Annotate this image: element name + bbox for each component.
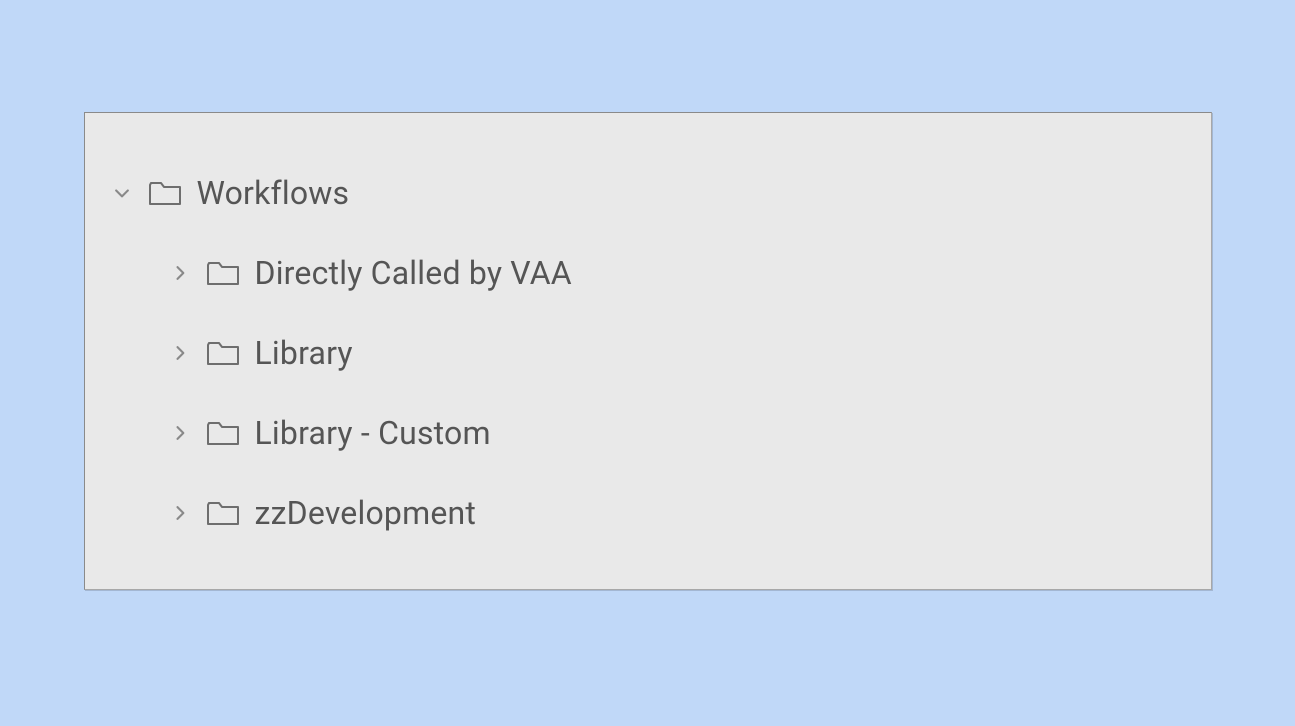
chevron-right-icon[interactable] xyxy=(163,263,197,283)
folder-icon xyxy=(197,338,249,368)
tree-item-label: Workflows xyxy=(191,174,350,212)
tree-item-label: Library - Custom xyxy=(249,414,491,452)
folder-icon xyxy=(197,258,249,288)
tree-item-directly-called-by-vaa[interactable]: Directly Called by VAA xyxy=(105,233,1191,313)
tree-item-workflows[interactable]: Workflows xyxy=(105,153,1191,233)
chevron-right-icon[interactable] xyxy=(163,503,197,523)
chevron-down-icon[interactable] xyxy=(105,183,139,203)
folder-icon xyxy=(139,178,191,208)
tree-item-label: Directly Called by VAA xyxy=(249,254,572,292)
chevron-right-icon[interactable] xyxy=(163,343,197,363)
tree-item-zzdevelopment[interactable]: zzDevelopment xyxy=(105,473,1191,553)
tree-item-label: Library xyxy=(249,334,353,372)
folder-icon xyxy=(197,418,249,448)
tree-item-library-custom[interactable]: Library - Custom xyxy=(105,393,1191,473)
chevron-right-icon[interactable] xyxy=(163,423,197,443)
tree-panel: Workflows Directly Called by VAA Library… xyxy=(84,112,1212,590)
folder-icon xyxy=(197,498,249,528)
tree-item-label: zzDevelopment xyxy=(249,494,477,532)
tree-item-library[interactable]: Library xyxy=(105,313,1191,393)
